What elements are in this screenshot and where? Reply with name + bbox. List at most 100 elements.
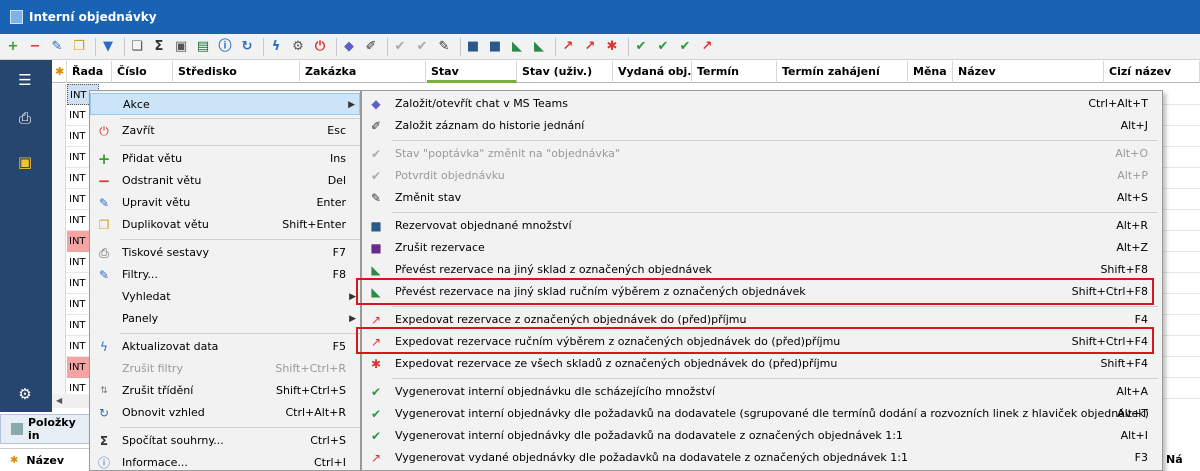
menu-item-teams-chat[interactable]: ◆ Založit/otevřít chat v MS Teams Ctrl+Alt… <box>362 93 1162 115</box>
remove-icon: − <box>97 171 111 190</box>
history-icon[interactable]: ✐ <box>362 38 380 56</box>
column-header[interactable]: Číslo <box>113 61 173 83</box>
print-icon: ⎙ <box>99 246 109 260</box>
app-icon <box>10 10 23 24</box>
generate-icon[interactable]: ✔ <box>632 38 650 56</box>
expedite-manual-icon[interactable]: ↗ <box>581 38 599 56</box>
menu-item-add-record[interactable]: + Přidat větu Ins <box>90 148 360 170</box>
copy-icon[interactable]: ❏ <box>128 38 146 56</box>
reserve-icon[interactable]: ■ <box>464 38 482 56</box>
column-header[interactable]: Stav (uživ.) <box>518 61 613 83</box>
menu-item-print-reports[interactable]: ⎙ Tiskové sestavy F7 <box>90 242 360 264</box>
duplicate-icon: ❐ <box>98 218 110 232</box>
export-icon[interactable]: ▤ <box>194 38 212 56</box>
menu-item-panels[interactable]: Panely ▶ <box>90 308 360 330</box>
refresh-icon[interactable]: ↻ <box>238 38 256 56</box>
column-header[interactable]: Středisko <box>174 61 300 83</box>
menu-item-refresh-data[interactable]: ϟ Aktualizovat data F5 <box>90 336 360 358</box>
column-indicator[interactable]: ✱ <box>52 61 67 83</box>
menu-item-generate-issued[interactable]: ↗ Vygenerovat vydané objednávky dle požad… <box>362 447 1162 469</box>
panel-tab-label: Položky in <box>27 416 76 442</box>
expedite-all-icon: ✱ <box>370 357 382 371</box>
add-icon[interactable]: + <box>4 38 22 56</box>
gear-icon[interactable]: ⚙ <box>10 382 40 406</box>
cancel-reserve-icon[interactable]: ■ <box>486 38 504 56</box>
menu-item-information[interactable]: ⓘ Informace... Ctrl+I <box>90 452 360 471</box>
generate-issued-icon[interactable]: ↗ <box>698 38 716 56</box>
highlight-box <box>356 327 1154 354</box>
menu-item-history-record[interactable]: ✐ Založit záznam do historie jednání Alt+J <box>362 115 1162 137</box>
menu-item-clear-sorting[interactable]: ⇅ Zrušit třídění Shift+Ctrl+S <box>90 380 360 402</box>
panel-tab-items[interactable]: Položky in <box>0 414 92 444</box>
expedite-all-icon[interactable]: ✱ <box>603 38 621 56</box>
edit-icon: ✎ <box>98 196 110 210</box>
info-icon: ⓘ <box>97 456 110 470</box>
menu-item-akce[interactable]: Akce ▶ <box>90 93 360 115</box>
menu-item-change-status[interactable]: ✎ Změnit stav Alt+S <box>362 187 1162 209</box>
column-header[interactable]: Měna <box>909 61 953 83</box>
sum-icon[interactable]: Σ <box>150 38 168 56</box>
add-icon: + <box>97 149 111 168</box>
column-header[interactable]: Cizí název <box>1105 61 1200 83</box>
menu-item-reserve[interactable]: ■ Rezervovat objednané množství Alt+R <box>362 215 1162 237</box>
menu-item-generate-missing[interactable]: ✔ Vygenerovat interní objednávku dle schá… <box>362 381 1162 403</box>
menu-item-compute-totals[interactable]: Σ Spočítat souhrny... Ctrl+S <box>90 430 360 452</box>
filter-icon[interactable]: ▼ <box>99 38 117 56</box>
column-header[interactable]: Název <box>954 61 1104 83</box>
teams-icon[interactable]: ◆ <box>340 38 358 56</box>
settings-icon[interactable]: ⚙ <box>289 38 307 56</box>
sidebar: ☰ ⎙ ▣ ⚙ <box>0 60 52 412</box>
menu-item-cancel-reservations[interactable]: ■ Zrušit rezervace Alt+Z <box>362 237 1162 259</box>
duplicate-icon[interactable]: ❐ <box>70 38 88 56</box>
column-header[interactable]: Termín zahájení <box>778 61 908 83</box>
menu-item-filters[interactable]: ✎ Filtry... F8 <box>90 264 360 286</box>
title-bar: Interní objednávky <box>0 0 1200 34</box>
column-header[interactable]: Termín <box>693 61 777 83</box>
lightning-icon[interactable]: ϟ <box>267 38 285 56</box>
panel-icon <box>11 423 23 435</box>
horizontal-scrollbar[interactable]: ◀ <box>52 394 92 408</box>
column-header[interactable]: Zakázka <box>301 61 426 83</box>
hamburger-icon[interactable]: ☰ <box>10 68 40 92</box>
menu-item-confirm-order[interactable]: ✔ Potvrdit objednávku Alt+P <box>362 165 1162 187</box>
menu-item-edit-record[interactable]: ✎ Upravit větu Enter <box>90 192 360 214</box>
menu-item-expedite-reservations-all[interactable]: ✱ Expedovat rezervace ze všech skladů z o… <box>362 353 1162 375</box>
status-change-icon[interactable]: ✔ <box>391 38 409 56</box>
app-window: Interní objednávky + − ✎ ❐ ▼ ❏ Σ ▣ ▤ ⓘ ↻… <box>0 0 1200 471</box>
column-header[interactable]: Název <box>26 454 64 467</box>
menu-item-restore-layout[interactable]: ↻ Obnovit vzhled Ctrl+Alt+R <box>90 402 360 424</box>
remove-icon[interactable]: − <box>26 38 44 56</box>
menu-item-close[interactable]: ⏻ Zavřít Esc <box>90 120 360 142</box>
edit-icon[interactable]: ✎ <box>48 38 66 56</box>
menu-item-generate-grouped[interactable]: ✔ Vygenerovat interní objednávky dle poža… <box>362 403 1162 425</box>
submenu-arrow-icon: ▶ <box>348 100 355 110</box>
expedite-icon[interactable]: ↗ <box>559 38 577 56</box>
power-icon[interactable]: ⏻ <box>311 38 329 56</box>
save-icon[interactable]: ▣ <box>172 38 190 56</box>
highlight-box <box>356 278 1154 305</box>
transfer-icon[interactable]: ◣ <box>508 38 526 56</box>
column-header[interactable]: Řada <box>68 61 112 83</box>
info-icon[interactable]: ⓘ <box>216 38 234 56</box>
column-header[interactable]: Vydaná obj. <box>614 61 692 83</box>
print-icon[interactable]: ⎙ <box>10 106 40 130</box>
menu-item-change-status-to-order[interactable]: ✔ Stav "poptávka" změnit na "objednávka" A… <box>362 143 1162 165</box>
menu-item-clear-filters[interactable]: Zrušit filtry Shift+Ctrl+R <box>90 358 360 380</box>
column-header[interactable]: Stav <box>427 61 517 83</box>
menu-item-delete-record[interactable]: − Odstranit větu Del <box>90 170 360 192</box>
transfer-manual-icon[interactable]: ◣ <box>530 38 548 56</box>
document-icon[interactable]: ▣ <box>10 150 40 174</box>
brush-icon[interactable]: ✎ <box>435 38 453 56</box>
context-menu: Akce ▶ ⏻ Zavřít Esc + Přidat větu Ins − Odstra… <box>89 90 361 471</box>
power-icon: ⏻ <box>99 124 109 138</box>
reserve-icon: ■ <box>370 219 382 233</box>
menu-item-generate-marked[interactable]: ✔ Vygenerovat interní objednávky dle poža… <box>362 425 1162 447</box>
history-icon: ✐ <box>370 119 382 133</box>
confirm-icon[interactable]: ✔ <box>413 38 431 56</box>
lightning-icon: ϟ <box>100 340 108 354</box>
generate-grouped-icon[interactable]: ✔ <box>654 38 672 56</box>
refresh-icon: ↻ <box>98 406 110 420</box>
menu-item-search[interactable]: Vyhledat ▶ <box>90 286 360 308</box>
menu-item-duplicate-record[interactable]: ❐ Duplikovat větu Shift+Enter <box>90 214 360 236</box>
generate-marked-icon[interactable]: ✔ <box>676 38 694 56</box>
